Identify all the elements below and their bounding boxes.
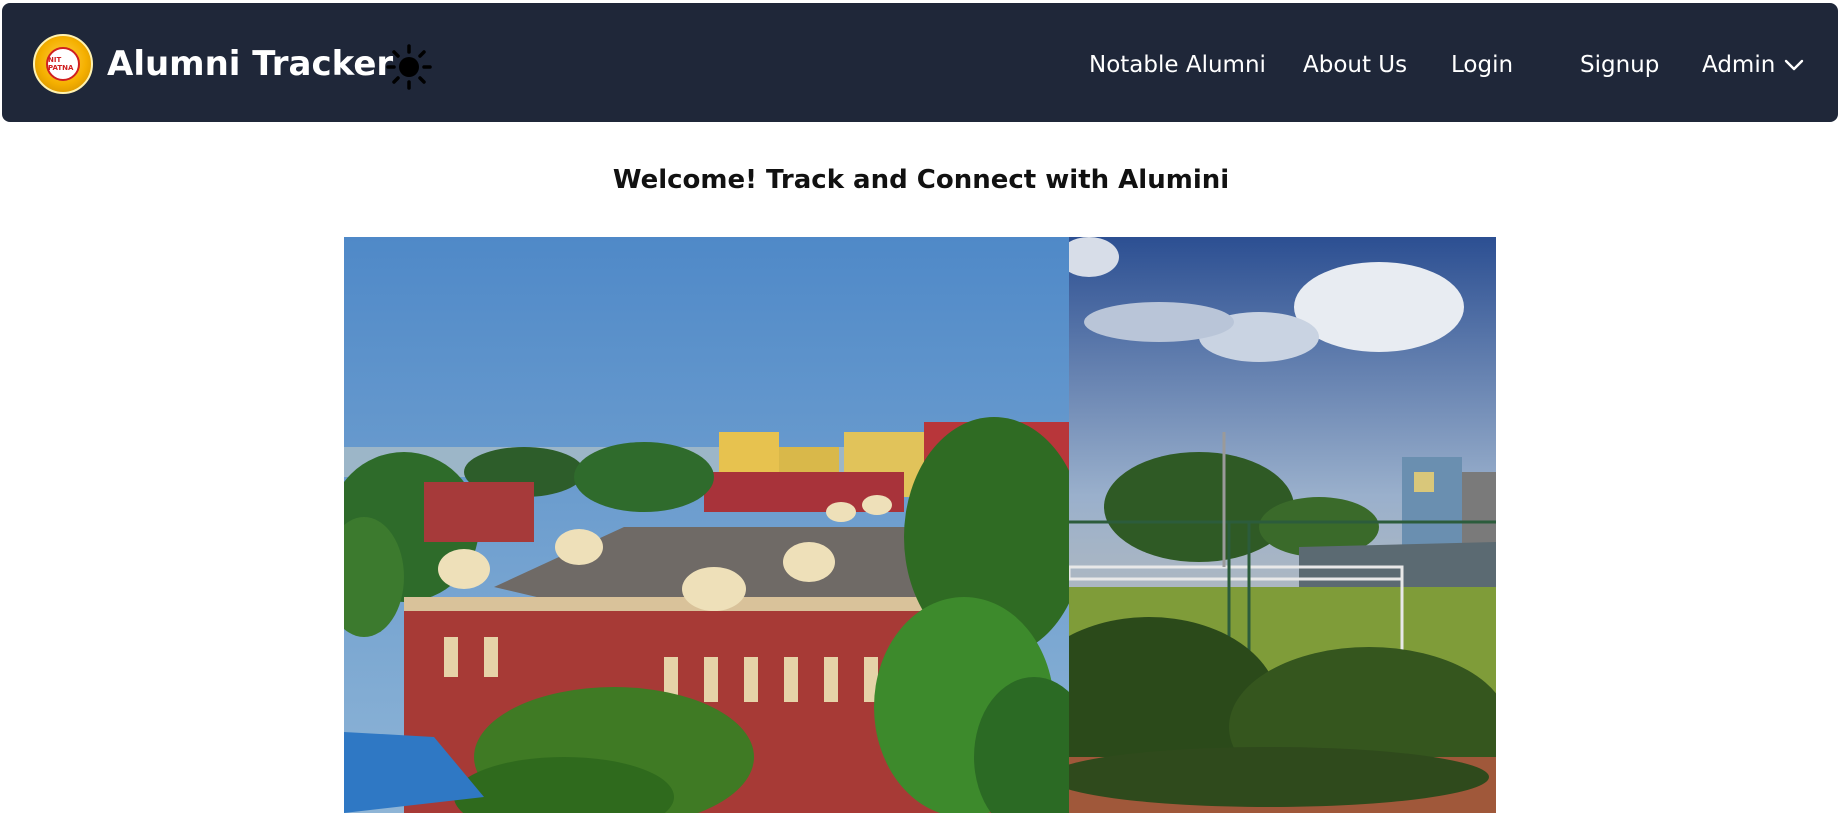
nav-signup[interactable]: Signup <box>1580 52 1659 78</box>
nav-about-us[interactable]: About Us <box>1303 52 1407 78</box>
chevron-down-icon <box>1785 59 1804 71</box>
nav-admin-dropdown[interactable]: Admin <box>1702 52 1805 78</box>
campus-heritage-building-photo <box>344 237 1069 813</box>
nav-login[interactable]: Login <box>1451 52 1513 78</box>
football-ground-photo <box>1069 237 1496 813</box>
nav-admin-label: Admin <box>1702 52 1776 78</box>
welcome-heading: Welcome! Track and Connect with Alumini <box>612 165 1230 195</box>
nav-links: Notable Alumni About Us Login Signup Adm… <box>2 52 1838 82</box>
image-carousel[interactable] <box>344 237 1496 813</box>
top-navbar: NIT PATNA Alumni Tracker Notable Alumni … <box>2 3 1838 122</box>
nav-notable-alumni[interactable]: Notable Alumni <box>1089 52 1266 78</box>
